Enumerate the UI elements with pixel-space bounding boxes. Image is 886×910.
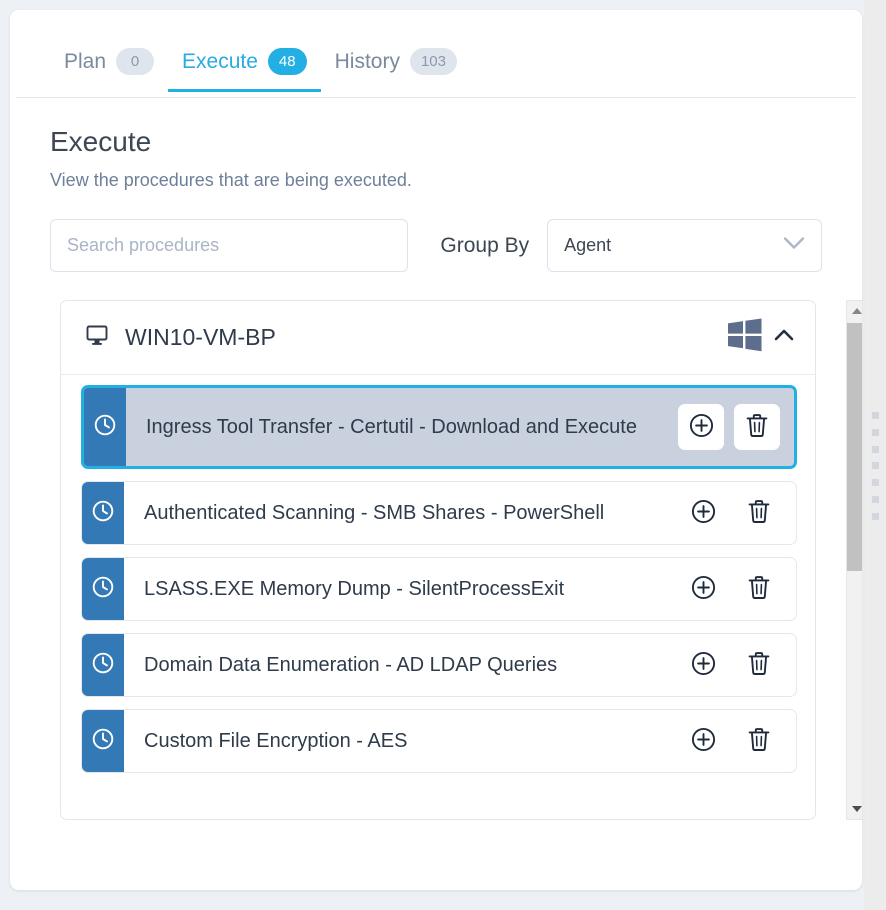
clock-icon — [90, 574, 116, 605]
tab-bar: Plan 0 Execute 48 History 103 — [10, 10, 862, 98]
add-icon — [690, 726, 717, 756]
add-to-plan-button[interactable] — [680, 642, 726, 688]
add-to-plan-button[interactable] — [678, 404, 724, 450]
group-by-label: Group By — [440, 233, 530, 257]
scroll-up-arrow-icon[interactable] — [847, 301, 862, 321]
tab-execute[interactable]: Execute 48 — [168, 10, 321, 92]
add-icon — [690, 498, 717, 528]
search-input[interactable] — [50, 219, 409, 272]
trash-icon — [746, 574, 772, 604]
tab-history[interactable]: History 103 — [321, 10, 471, 91]
tab-execute-label: Execute — [182, 49, 258, 73]
row-status-bar — [82, 558, 124, 620]
procedure-title: Authenticated Scanning - SMB Shares - Po… — [144, 501, 605, 524]
tab-plan[interactable]: Plan 0 — [50, 10, 168, 91]
table-row[interactable]: Authenticated Scanning - SMB Shares - Po… — [81, 481, 797, 545]
tab-execute-badge: 48 — [267, 48, 307, 75]
tab-plan-badge: 0 — [116, 48, 155, 75]
agent-group-name: WIN10-VM-BP — [125, 324, 276, 350]
windows-logo-icon — [727, 318, 763, 357]
add-to-plan-button[interactable] — [680, 718, 726, 764]
chevron-down-icon — [783, 236, 805, 255]
clock-icon — [90, 650, 116, 681]
procedure-title: Custom File Encryption - AES — [144, 729, 408, 752]
add-icon — [688, 412, 715, 442]
procedure-title: LSASS.EXE Memory Dump - SilentProcessExi… — [144, 577, 565, 600]
monitor-icon — [85, 323, 109, 352]
page-scrollbar[interactable] — [864, 0, 886, 910]
page-scrollbar-grip[interactable] — [872, 412, 879, 520]
row-status-bar — [84, 388, 126, 466]
procedure-title: Ingress Tool Transfer - Certutil - Downl… — [146, 415, 637, 438]
table-row[interactable]: Domain Data Enumeration - AD LDAP Querie… — [81, 633, 797, 697]
table-row[interactable]: LSASS.EXE Memory Dump - SilentProcessExi… — [81, 557, 797, 621]
page-heading: Execute View the procedures that are bei… — [10, 98, 862, 191]
clock-icon — [90, 726, 116, 757]
delete-procedure-button[interactable] — [736, 718, 782, 764]
delete-procedure-button[interactable] — [736, 566, 782, 612]
trash-icon — [746, 650, 772, 680]
group-by-value: Agent — [564, 235, 612, 255]
clock-icon — [92, 412, 118, 443]
page-subtitle: View the procedures that are being execu… — [50, 170, 412, 190]
row-status-bar — [82, 710, 124, 772]
agent-group-header[interactable]: WIN10-VM-BP — [61, 301, 815, 375]
clock-icon — [90, 498, 116, 529]
trash-icon — [746, 498, 772, 528]
table-row[interactable]: Ingress Tool Transfer - Certutil - Downl… — [81, 385, 797, 469]
row-actions — [672, 634, 796, 696]
add-to-plan-button[interactable] — [680, 490, 726, 536]
chevron-up-icon[interactable] — [773, 327, 795, 348]
row-actions — [672, 558, 796, 620]
app-root: Plan 0 Execute 48 History 103 Execute Vi… — [0, 0, 886, 910]
delete-procedure-button[interactable] — [736, 490, 782, 536]
group-by-select[interactable]: Agent — [547, 219, 822, 272]
row-actions — [670, 388, 794, 466]
procedure-title: Domain Data Enumeration - AD LDAP Querie… — [144, 653, 558, 676]
tab-plan-label: Plan — [64, 49, 107, 73]
row-status-bar — [82, 482, 124, 544]
scrollbar-thumb[interactable] — [847, 323, 862, 571]
table-row[interactable]: Custom File Encryption - AES — [81, 709, 797, 773]
procedure-list-scrollbar[interactable] — [846, 300, 862, 820]
row-actions — [672, 482, 796, 544]
controls-row: Group By Agent — [10, 191, 862, 272]
page-title: Execute — [50, 126, 152, 157]
delete-procedure-button[interactable] — [736, 642, 782, 688]
row-status-bar — [82, 634, 124, 696]
procedure-list-area: WIN10-VM-BP Ingress Tool Transfer - Cert… — [60, 300, 862, 820]
row-actions — [672, 710, 796, 772]
trash-icon — [746, 726, 772, 756]
add-icon — [690, 650, 717, 680]
trash-icon — [744, 412, 770, 442]
add-to-plan-button[interactable] — [680, 566, 726, 612]
scroll-down-arrow-icon[interactable] — [847, 799, 862, 819]
tab-history-label: History — [334, 49, 400, 73]
procedure-rows: Ingress Tool Transfer - Certutil - Downl… — [61, 375, 815, 795]
main-card: Plan 0 Execute 48 History 103 Execute Vi… — [10, 10, 862, 890]
add-icon — [690, 574, 717, 604]
tab-history-badge: 103 — [409, 48, 457, 75]
delete-procedure-button[interactable] — [734, 404, 780, 450]
agent-group-card: WIN10-VM-BP Ingress Tool Transfer - Cert… — [60, 300, 816, 820]
